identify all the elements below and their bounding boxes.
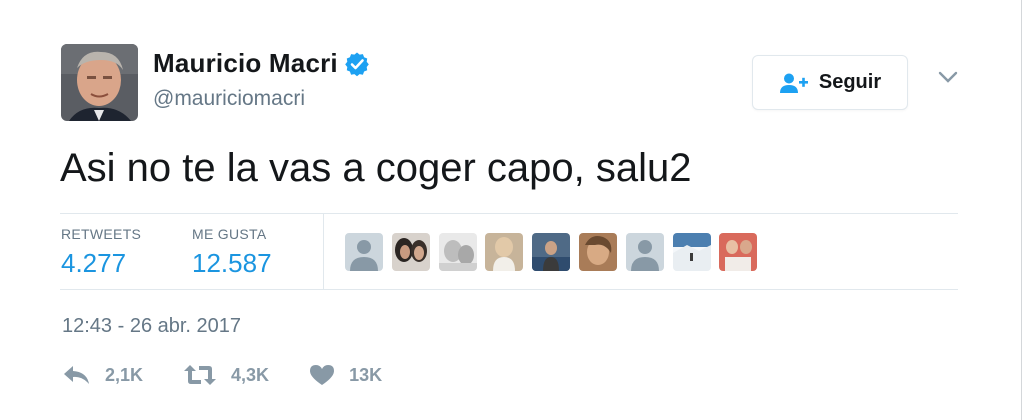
stats-bottom-divider	[60, 289, 958, 290]
like-count: 13K	[349, 364, 383, 385]
author-handle[interactable]: @mauriciomacri	[153, 87, 305, 111]
liker-avatar[interactable]	[485, 233, 524, 271]
tweet-actions: 2,1K 4,3K 13K	[62, 364, 422, 386]
likes-stat[interactable]: ME GUSTA 12.587	[192, 226, 272, 279]
page-edge-divider	[1021, 0, 1022, 420]
liker-avatar[interactable]	[345, 233, 383, 271]
likes-label: ME GUSTA	[192, 226, 267, 242]
liker-avatar[interactable]	[438, 233, 477, 271]
retweet-icon	[184, 365, 217, 385]
reply-icon	[64, 366, 89, 384]
follow-user-icon	[779, 72, 809, 94]
author-name-row[interactable]: Mauricio Macri	[153, 48, 370, 79]
liker-avatar[interactable]	[532, 233, 571, 271]
avatar[interactable]	[61, 44, 138, 121]
heart-icon	[310, 365, 335, 385]
retweets-label: RETWEETS	[61, 226, 142, 242]
tweet-text: Asi no te la vas a coger capo, salu2	[60, 146, 692, 190]
likes-value[interactable]: 12.587	[192, 248, 272, 279]
retweets-value[interactable]: 4.277	[61, 248, 141, 279]
verified-icon	[344, 51, 370, 77]
likers-list	[345, 233, 766, 271]
retweets-stat[interactable]: RETWEETS 4.277	[61, 226, 141, 279]
follow-button[interactable]: Seguir	[752, 55, 908, 110]
liker-avatar[interactable]	[391, 233, 430, 271]
stats-top-divider	[60, 213, 958, 214]
tweet-timestamp[interactable]: 12:43 - 26 abr. 2017	[62, 315, 241, 338]
display-name[interactable]: Mauricio Macri	[153, 48, 338, 79]
liker-avatar[interactable]	[625, 233, 664, 271]
liker-avatar[interactable]	[672, 233, 711, 271]
liker-avatar[interactable]	[578, 233, 617, 271]
retweet-action[interactable]: 4,3K	[183, 364, 269, 386]
stats-vertical-divider	[323, 214, 324, 289]
reply-count: 2,1K	[105, 364, 144, 385]
like-action[interactable]: 13K	[309, 364, 382, 386]
retweet-count: 4,3K	[231, 364, 270, 385]
follow-button-label: Seguir	[818, 71, 882, 93]
liker-avatar[interactable]	[719, 233, 758, 271]
reply-action[interactable]: 2,1K	[62, 364, 143, 386]
chevron-down-icon[interactable]	[937, 70, 959, 84]
